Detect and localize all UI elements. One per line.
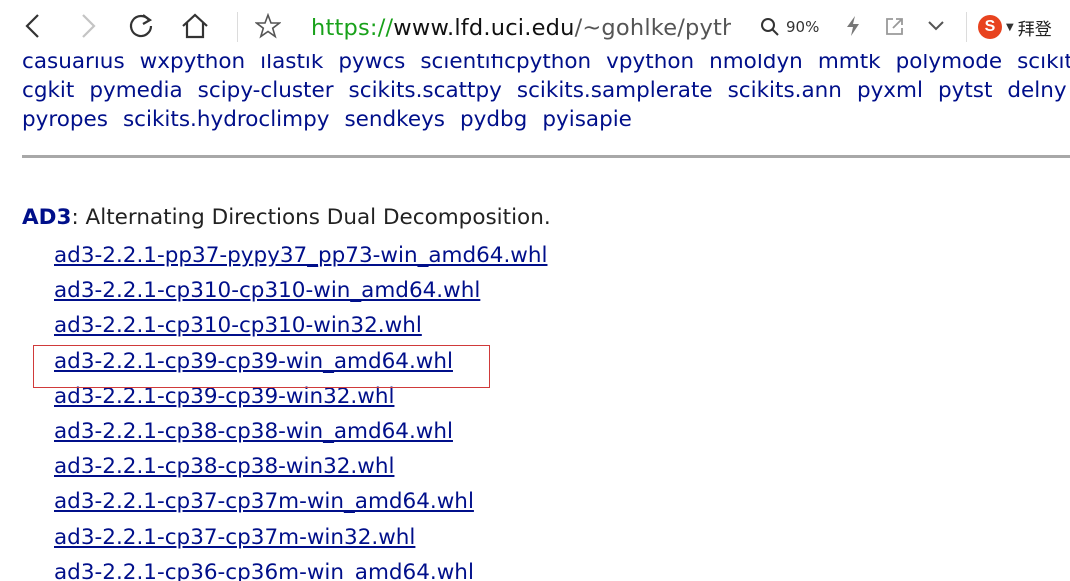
- list-item: ad3-2.2.1-cp310-cp310-win32.whl: [54, 311, 547, 346]
- section-name-link[interactable]: AD3: [22, 205, 71, 230]
- speed-mode-button[interactable]: [838, 11, 868, 41]
- file-download-link[interactable]: ad3-2.2.1-cp310-cp310-win32.whl: [54, 313, 422, 338]
- browser-toolbar: https://www.lfd.uci.edu/~gohlke/pythonli…: [0, 0, 1070, 54]
- package-link[interactable]: pytst: [938, 78, 992, 103]
- file-download-link[interactable]: ad3-2.2.1-cp37-cp37m-win_amd64.whl: [54, 489, 474, 514]
- package-link[interactable]: delny: [1007, 78, 1066, 103]
- package-list-line-2: cgkit pymedia scipy-cluster scikits.scattpy…: [22, 77, 1070, 105]
- address-bar[interactable]: https://www.lfd.uci.edu/~gohlke/pythonli: [311, 13, 731, 43]
- package-link[interactable]: sendkeys: [344, 107, 445, 132]
- user-account-button[interactable]: S ▼ 拜登: [978, 12, 1052, 42]
- file-download-link[interactable]: ad3-2.2.1-cp38-cp38-win_amd64.whl: [54, 419, 453, 444]
- back-icon: [25, 14, 39, 38]
- user-label: 拜登: [1017, 19, 1052, 40]
- file-download-link[interactable]: ad3-2.2.1-pp37-pypy37_pp73-win_amd64.whl: [54, 243, 547, 268]
- file-download-link[interactable]: ad3-2.2.1-cp37-cp37m-win32.whl: [54, 525, 415, 550]
- zoom-level: 90%: [786, 18, 820, 36]
- share-icon: [886, 18, 903, 35]
- package-link[interactable]: scikits.hydroclimpy: [123, 107, 330, 132]
- list-item: ad3-2.2.1-cp310-cp310-win_amd64.whl: [54, 276, 547, 311]
- list-item: ad3-2.2.1-cp37-cp37m-win_amd64.whl: [54, 487, 547, 522]
- file-download-link[interactable]: ad3-2.2.1-cp310-cp310-win_amd64.whl: [54, 278, 480, 303]
- home-icon: [182, 13, 208, 39]
- file-download-link[interactable]: ad3-2.2.1-cp38-cp38-win32.whl: [54, 454, 394, 479]
- file-list: ad3-2.2.1-pp37-pypy37_pp73-win_amd64.whl…: [54, 241, 547, 581]
- list-item: ad3-2.2.1-cp38-cp38-win_amd64.whl: [54, 417, 547, 452]
- file-download-link[interactable]: ad3-2.2.1-cp36-cp36m-win_amd64.whl: [54, 560, 474, 581]
- menu-dropdown-button[interactable]: [921, 11, 951, 41]
- back-button[interactable]: [18, 11, 48, 41]
- list-item: ad3-2.2.1-pp37-pypy37_pp73-win_amd64.whl: [54, 241, 547, 276]
- zoom-control[interactable]: 90%: [760, 12, 819, 42]
- list-item: ad3-2.2.1-cp36-cp36m-win_amd64.whl: [54, 558, 547, 581]
- share-button[interactable]: [880, 11, 910, 41]
- sogou-icon: S: [978, 15, 1002, 39]
- star-icon: [255, 13, 281, 39]
- horizontal-rule: [22, 155, 1070, 158]
- page-content: casuarius wxpython ilastik pywcs scientificp…: [0, 0, 1070, 581]
- package-link[interactable]: pydbg: [460, 107, 527, 132]
- package-link[interactable]: pyxml: [857, 78, 923, 103]
- section-description: : Alternating Directions Dual Decomposit…: [71, 205, 551, 230]
- forward-button[interactable]: [73, 11, 103, 41]
- home-button[interactable]: [180, 11, 210, 41]
- package-link[interactable]: scipy-cluster: [198, 78, 334, 103]
- lightning-icon: [847, 16, 859, 36]
- chevron-down-icon: [928, 21, 944, 31]
- list-item: ad3-2.2.1-cp39-cp39-win_amd64.whl: [54, 347, 547, 382]
- package-link[interactable]: scikits.samplerate: [517, 78, 713, 103]
- package-link[interactable]: scikits.scattpy: [349, 78, 502, 103]
- package-link[interactable]: cgkit: [22, 78, 74, 103]
- url-separator: ://: [369, 15, 394, 41]
- package-link[interactable]: pyropes: [22, 107, 108, 132]
- url-scheme: https: [311, 15, 370, 41]
- url-host: www.lfd.uci.edu: [393, 15, 575, 41]
- search-icon: [761, 18, 779, 36]
- package-link[interactable]: pymedia: [89, 78, 182, 103]
- package-link[interactable]: scikits.ann: [728, 78, 842, 103]
- caret-down-icon: ▼: [1006, 21, 1014, 33]
- list-item: ad3-2.2.1-cp38-cp38-win32.whl: [54, 452, 547, 487]
- file-download-link[interactable]: ad3-2.2.1-cp39-cp39-win32.whl: [54, 384, 394, 409]
- package-link[interactable]: pyisapie: [542, 107, 632, 132]
- forward-icon: [82, 14, 96, 38]
- toolbar-divider: [966, 12, 967, 42]
- list-item: ad3-2.2.1-cp39-cp39-win32.whl: [54, 382, 547, 417]
- section-heading: AD3: Alternating Directions Dual Decompo…: [22, 203, 551, 233]
- file-download-link[interactable]: ad3-2.2.1-cp39-cp39-win_amd64.whl: [54, 349, 453, 374]
- toolbar-divider: [237, 12, 238, 42]
- package-list-line-3: pyropes scikits.hydroclimpy sendkeys pydbg p…: [22, 106, 647, 134]
- list-item: ad3-2.2.1-cp37-cp37m-win32.whl: [54, 523, 547, 558]
- reload-icon: [129, 14, 153, 38]
- bookmark-button[interactable]: [253, 11, 283, 41]
- reload-button[interactable]: [126, 11, 156, 41]
- url-path: /~gohlke/pythonli: [574, 15, 731, 41]
